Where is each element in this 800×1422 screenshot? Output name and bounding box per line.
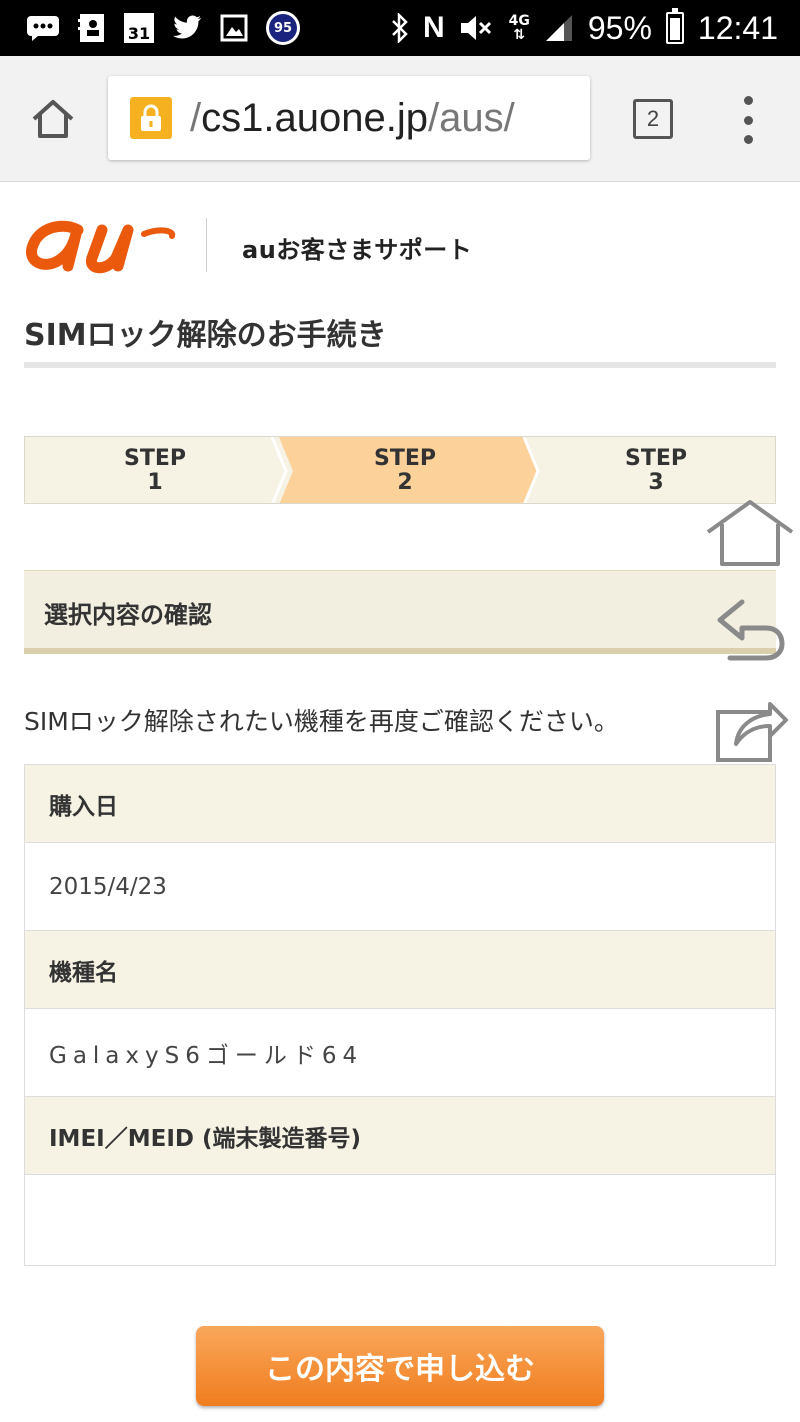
contacts-icon [78, 13, 106, 43]
nfc-icon: N [422, 11, 445, 44]
chat-notification-icon [26, 15, 60, 41]
title-divider [24, 362, 776, 368]
intro-text: SIMロック解除されたい機種を再度ご確認ください。 [24, 707, 619, 736]
step-3: STEP 3 [624, 446, 687, 495]
home-icon [706, 500, 794, 566]
battery-icon [665, 8, 684, 44]
model-name-value: GalaxyS6ゴールド64 [25, 1009, 775, 1097]
mute-icon [459, 13, 495, 43]
float-home-button[interactable] [704, 498, 794, 578]
support-title: auお客さまサポート [242, 236, 473, 264]
float-share-button[interactable] [712, 690, 800, 770]
address-bar[interactable]: /cs1.auone.jp/aus/ [108, 76, 590, 160]
au-logo-mark [26, 220, 176, 274]
signal-icon [544, 13, 574, 43]
back-arrow-icon [717, 599, 785, 661]
section-title: 選択内容の確認 [44, 601, 212, 629]
page-title: SIMロック解除のお手続き [24, 318, 387, 353]
submit-button[interactable]: この内容で申し込む [196, 1326, 604, 1406]
bluetooth-icon [391, 13, 409, 43]
twitter-icon [172, 15, 202, 41]
clock: 12:41 [697, 9, 778, 46]
lock-icon [130, 97, 172, 139]
purchase-date-value: 2015/4/23 [25, 843, 775, 931]
browser-toolbar: /cs1.auone.jp/aus/ 2 [0, 56, 800, 182]
status-bar: 31 95 N 4G ⇅ 95% 12:41 [0, 0, 800, 56]
confirmation-table: 購入日 2015/4/23 機種名 GalaxyS6ゴールド64 IMEI／ME… [24, 764, 776, 1266]
calendar-icon: 31 [124, 13, 154, 43]
step-1: STEP 1 [123, 446, 186, 495]
tab-switcher-button[interactable]: 2 [633, 99, 673, 139]
home-button[interactable] [28, 94, 78, 144]
url-text[interactable]: /cs1.auone.jp/aus/ [190, 96, 580, 141]
purchase-date-label: 購入日 [25, 765, 775, 843]
step-indicator: STEP 1 STEP 2 STEP 3 [24, 436, 776, 504]
imei-label: IMEI／MEID (端末製造番号) [25, 1097, 775, 1175]
header-divider [206, 218, 207, 272]
step-2: STEP 2 [373, 446, 436, 495]
notification-badge: 95 [266, 11, 300, 45]
gallery-icon [220, 14, 248, 42]
section-header: 選択内容の確認 [24, 570, 776, 654]
overflow-menu-button[interactable] [740, 96, 756, 144]
home-icon [32, 100, 74, 138]
network-type-icon: 4G ⇅ [508, 13, 530, 43]
imei-value [25, 1175, 775, 1265]
battery-percent: 95% [587, 9, 652, 46]
float-back-button[interactable] [712, 596, 800, 676]
au-logo[interactable] [24, 214, 176, 278]
model-name-label: 機種名 [25, 931, 775, 1009]
share-icon [716, 702, 788, 762]
